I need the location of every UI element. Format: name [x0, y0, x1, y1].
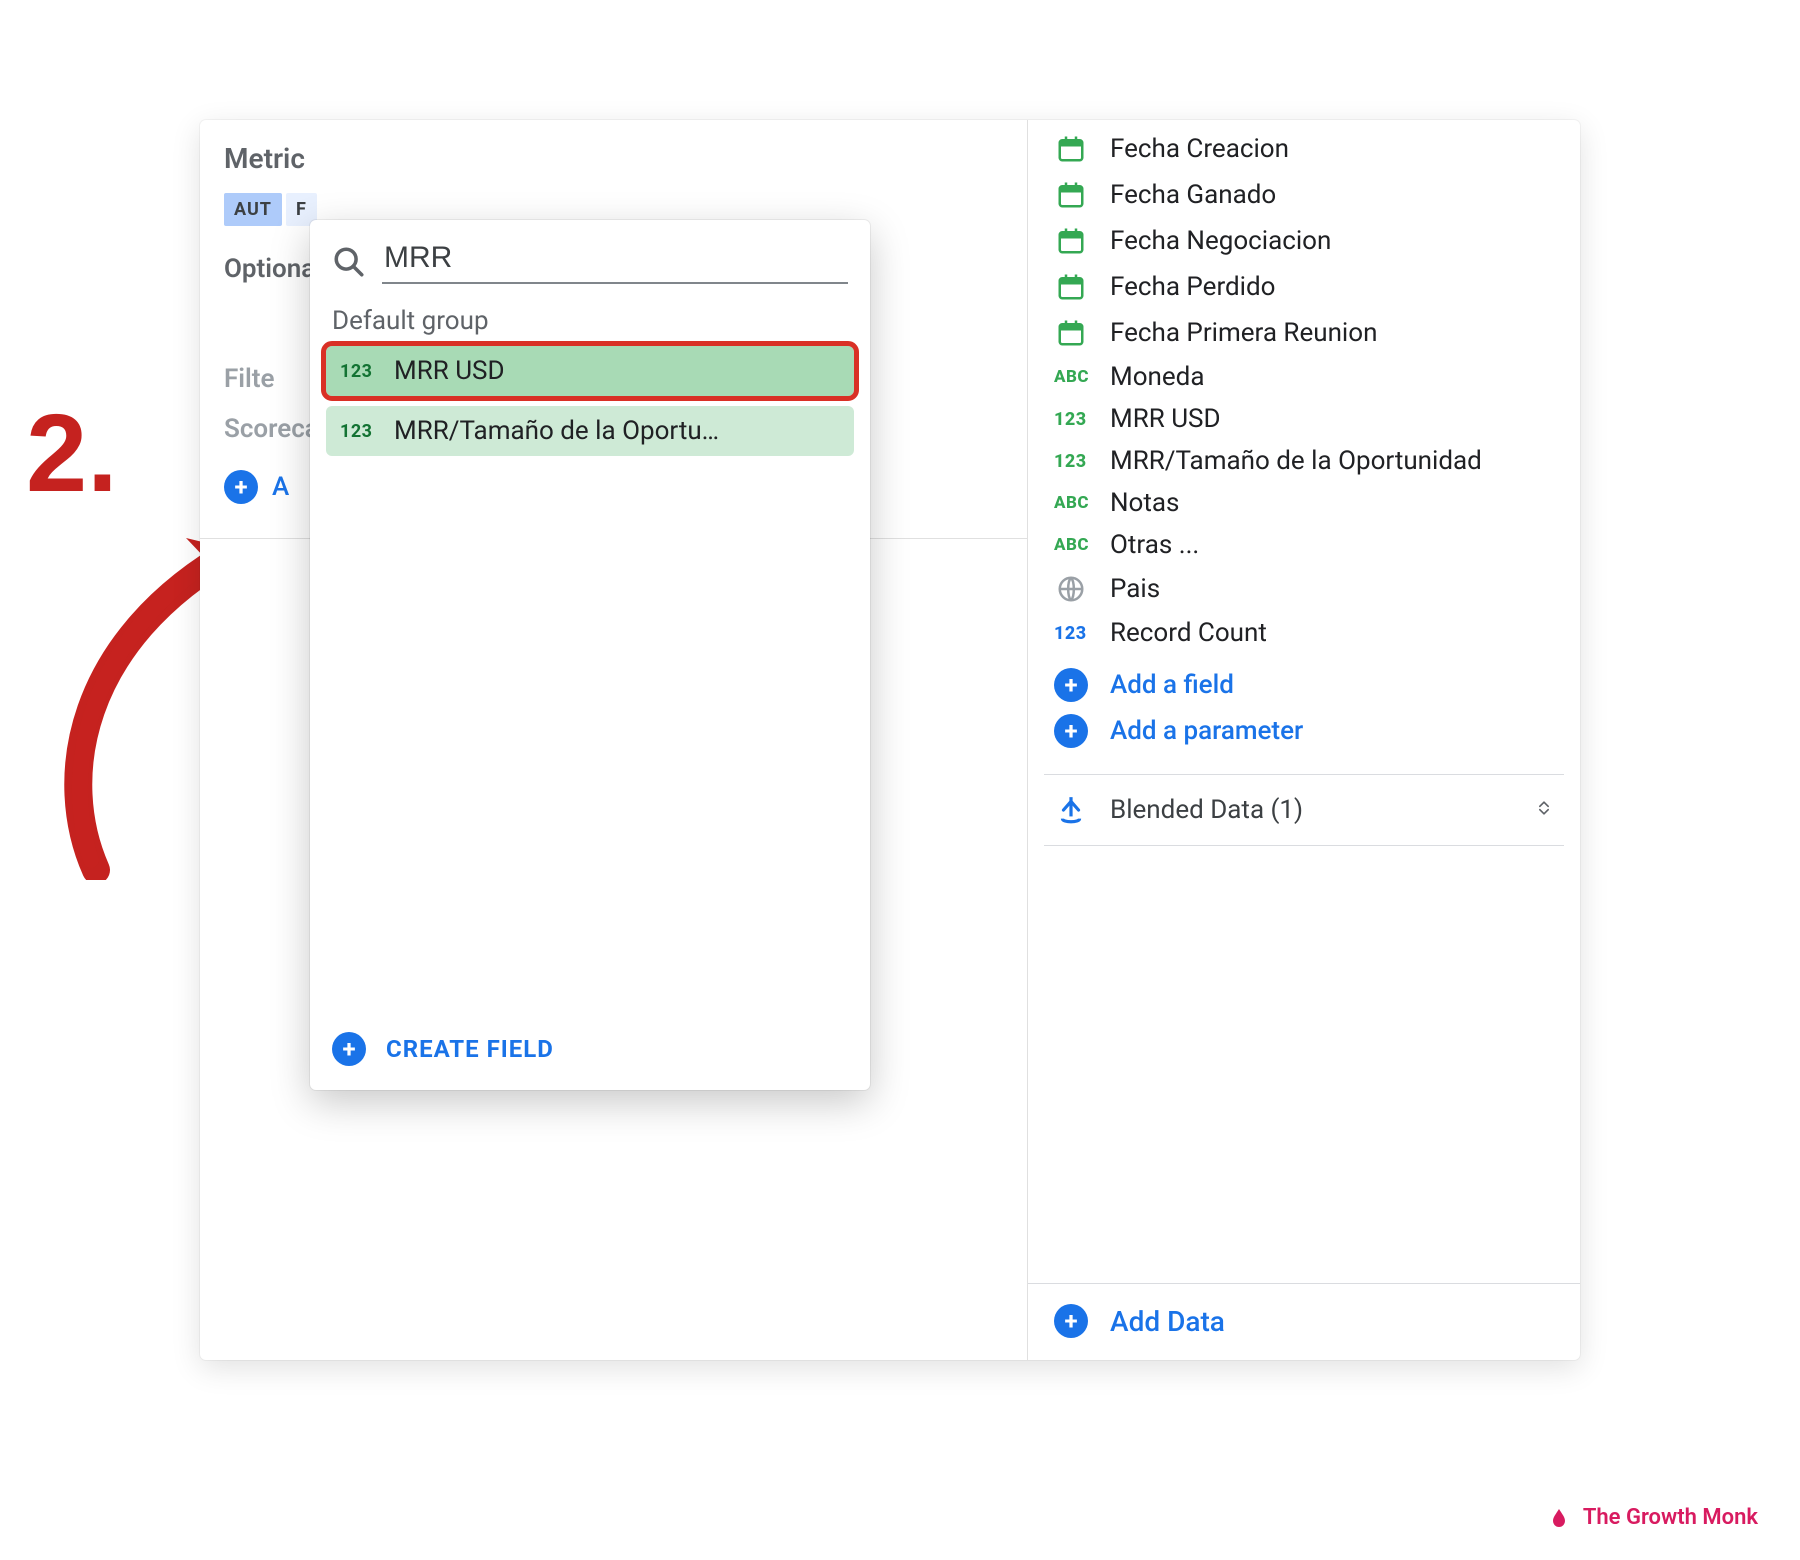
watermark-icon: [1547, 1506, 1571, 1530]
create-field-label: CREATE FIELD: [386, 1035, 554, 1063]
field-record-count[interactable]: 123 Record Count: [1054, 618, 1562, 648]
field-label: MRR/Tamaño de la Oportunidad: [1110, 446, 1482, 476]
dropdown-item-label: MRR/Tamaño de la Oportu…: [394, 416, 719, 446]
plus-icon: +: [1054, 1304, 1088, 1338]
right-separator-2: [1044, 845, 1564, 846]
field-pais[interactable]: Pais: [1054, 572, 1562, 606]
search-input[interactable]: [382, 240, 848, 276]
field-label: Fecha Perdido: [1110, 272, 1275, 302]
field-fecha-perdido[interactable]: Fecha Perdido: [1054, 270, 1562, 304]
add-data-label: Add Data: [1110, 1305, 1225, 1338]
plus-icon: +: [332, 1032, 366, 1066]
field-label: Fecha Negociacion: [1110, 226, 1331, 256]
field-label: Moneda: [1110, 362, 1204, 392]
dropdown-item-mrr-tamano[interactable]: 123 MRR/Tamaño de la Oportu…: [326, 406, 854, 456]
plus-icon: +: [1054, 668, 1088, 702]
search-input-wrap[interactable]: [382, 240, 848, 284]
field-fecha-ganado[interactable]: Fecha Ganado: [1054, 178, 1562, 212]
calendar-icon: [1054, 178, 1088, 212]
blend-icon: [1054, 795, 1088, 825]
blended-data-label: Blended Data (1): [1110, 795, 1303, 825]
metric-search-dropdown: Default group 123 MRR USD 123 MRR/Tamaño…: [310, 220, 870, 1090]
add-field-label: Add a field: [1110, 670, 1234, 700]
field-mrr-usd[interactable]: 123 MRR USD: [1054, 404, 1562, 434]
number-icon: 123: [338, 421, 380, 442]
field-label: Pais: [1110, 574, 1160, 604]
watermark: The Growth Monk: [1547, 1505, 1758, 1530]
abc-icon: ABC: [1054, 493, 1088, 513]
field-notas[interactable]: ABC Notas: [1054, 488, 1562, 518]
add-field-button[interactable]: + Add a field: [1054, 668, 1562, 702]
plus-icon: +: [1054, 714, 1088, 748]
calendar-icon: [1054, 132, 1088, 166]
field-moneda[interactable]: ABC Moneda: [1054, 362, 1562, 392]
field-label: Fecha Creacion: [1110, 134, 1289, 164]
dropdown-results: 123 MRR USD 123 MRR/Tamaño de la Oportu…: [310, 346, 870, 456]
number-icon: 123: [1054, 623, 1088, 644]
number-icon: 123: [1054, 409, 1088, 430]
field-label: Otras ...: [1110, 530, 1199, 560]
dropdown-group-label: Default group: [310, 288, 870, 346]
globe-icon: [1054, 572, 1088, 606]
add-data-button[interactable]: + Add Data: [1028, 1283, 1580, 1360]
abc-icon: ABC: [1054, 367, 1088, 387]
field-label: Fecha Ganado: [1110, 180, 1276, 210]
annotation-number: 2.: [26, 390, 118, 517]
field-label: Fecha Primera Reunion: [1110, 318, 1377, 348]
watermark-text: The Growth Monk: [1583, 1505, 1758, 1530]
calendar-icon: [1054, 316, 1088, 350]
field-fecha-primera-reunion[interactable]: Fecha Primera Reunion: [1054, 316, 1562, 350]
abc-icon: ABC: [1054, 535, 1088, 555]
field-label: Record Count: [1110, 618, 1267, 648]
calendar-icon: [1054, 224, 1088, 258]
right-column: Fecha Creacion Fecha Ganado Fecha Negoci…: [1028, 120, 1580, 1360]
sort-icon[interactable]: [1534, 795, 1558, 825]
search-icon: [332, 245, 366, 279]
dropdown-item-mrr-usd[interactable]: 123 MRR USD: [326, 346, 854, 396]
add-parameter-button[interactable]: + Add a parameter: [1054, 714, 1562, 748]
blended-data-row[interactable]: Blended Data (1): [1028, 785, 1580, 835]
field-fecha-creacion[interactable]: Fecha Creacion: [1054, 132, 1562, 166]
add-parameter-label: Add a parameter: [1110, 716, 1303, 746]
field-fecha-negociacion[interactable]: Fecha Negociacion: [1054, 224, 1562, 258]
field-label: Notas: [1110, 488, 1179, 518]
available-fields-list: Fecha Creacion Fecha Ganado Fecha Negoci…: [1028, 128, 1580, 760]
create-field-button[interactable]: + CREATE FIELD: [310, 1012, 870, 1090]
metric-heading: Metric: [224, 142, 1003, 175]
add-filter-label: A: [272, 472, 289, 502]
metric-chip-aut[interactable]: AUT: [224, 193, 282, 226]
number-icon: 123: [338, 361, 380, 382]
plus-icon: +: [224, 470, 258, 504]
field-otras[interactable]: ABC Otras ...: [1054, 530, 1562, 560]
field-mrr-tamano[interactable]: 123 MRR/Tamaño de la Oportunidad: [1054, 446, 1562, 476]
calendar-icon: [1054, 270, 1088, 304]
number-icon: 123: [1054, 451, 1088, 472]
dropdown-item-label: MRR USD: [394, 356, 505, 386]
search-row: [310, 220, 870, 288]
right-separator: [1044, 774, 1564, 775]
field-label: MRR USD: [1110, 404, 1221, 434]
